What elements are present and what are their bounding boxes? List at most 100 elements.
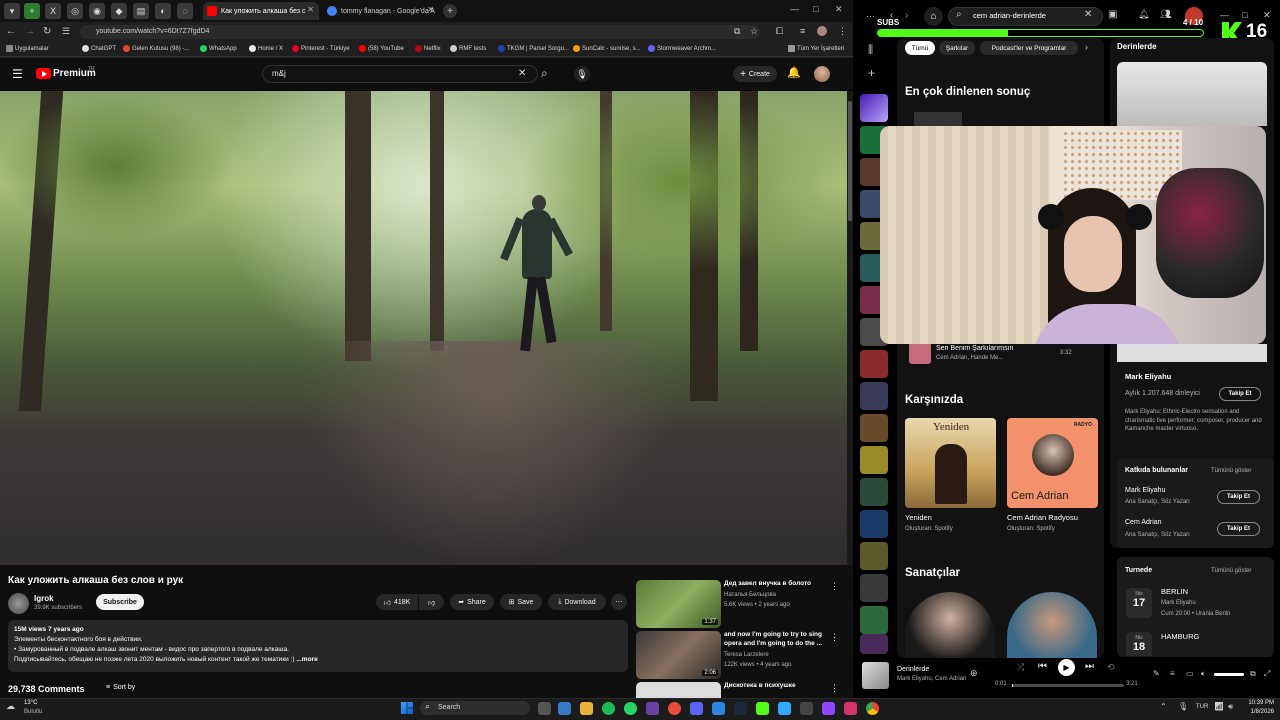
artist-name[interactable]: Mark Eliyahu (1125, 372, 1171, 381)
credit-name[interactable]: Mark Eliyahu (1125, 487, 1165, 494)
pinned-tab-5[interactable]: ◆ (111, 3, 127, 19)
tab-google[interactable]: tommy flanagan - Google'da A ✕ (323, 2, 439, 20)
related-thumbnail[interactable] (636, 682, 721, 698)
library-item[interactable] (860, 446, 888, 474)
clock-time[interactable]: 10:39 PM (1244, 700, 1274, 706)
app-icon[interactable] (668, 702, 681, 715)
weather-temp[interactable]: 13°C (24, 700, 37, 706)
url-input[interactable]: youtube.com/watch?v=6Dt7Z7fgdD4 (80, 25, 760, 39)
player-album-art[interactable] (862, 662, 889, 689)
tab-search-icon[interactable]: ▾ (4, 3, 20, 19)
share-button[interactable]: ➦ Share (450, 594, 494, 610)
site-info-icon[interactable]: ☰ (62, 26, 70, 37)
bookmark-all[interactable]: Tüm Yer İşaretleri (788, 45, 844, 52)
pinned-tab-1[interactable]: + (24, 3, 40, 19)
wifi-icon[interactable]: 📶︎ (1214, 702, 1224, 711)
tour-city[interactable]: HAMBURG (1161, 632, 1199, 641)
save-button[interactable]: ⊞ Save (500, 594, 542, 610)
kick-icon[interactable] (756, 702, 769, 715)
library-item[interactable] (860, 606, 888, 634)
taskbar-search-input[interactable]: Search (420, 701, 530, 715)
previous-icon[interactable]: ⏮ (1038, 661, 1047, 672)
volume-slider[interactable] (1214, 673, 1244, 676)
video-player[interactable] (0, 91, 847, 565)
app-icon[interactable] (800, 702, 813, 715)
related-title[interactable]: Дед завел внучка в болото (724, 580, 828, 587)
channel-avatar[interactable] (8, 593, 29, 614)
show-all-tour-link[interactable]: Tümünü göster (1211, 568, 1251, 574)
forward-icon[interactable]: → (25, 26, 35, 37)
bookmark-rmf[interactable]: RMF tests (450, 45, 486, 52)
follow-button[interactable]: Takip Et (1217, 522, 1260, 536)
tab-youtube[interactable]: Как уложить алкаша без с ✕ (203, 2, 319, 20)
sort-comments-button[interactable]: ≡ Sort by (106, 684, 135, 691)
add-playlist-icon[interactable]: + (868, 66, 875, 80)
friends-icon[interactable]: 👥︎ (1160, 9, 1171, 20)
library-item[interactable] (860, 542, 888, 570)
spotify-search-input[interactable]: cem adrian-derinlerde (973, 11, 1046, 20)
bookmark-tkgm[interactable]: TKGM | Parsel Sorgu... (498, 45, 569, 52)
keyboard-language[interactable]: TUR (1196, 704, 1208, 710)
bookmark-x[interactable]: Home / X (249, 45, 283, 52)
like-button[interactable]: 👍︎ 418K (376, 594, 418, 610)
library-item[interactable] (860, 574, 888, 602)
whatsapp-icon[interactable] (624, 702, 637, 715)
bookmark-netflix[interactable]: Netflix (415, 45, 441, 52)
discord-icon[interactable] (690, 702, 703, 715)
youtube-search-input[interactable]: m&j (262, 65, 538, 83)
more-actions-icon[interactable]: ⋯ (611, 594, 627, 610)
task-view-icon[interactable] (538, 702, 551, 715)
volume-icon[interactable]: 🔈︎ (1201, 669, 1206, 679)
library-item[interactable] (860, 510, 888, 538)
tray-chevron-icon[interactable]: ⌃ (1160, 702, 1167, 711)
bookmark-chatgpt[interactable]: ChatGPT (82, 45, 116, 52)
library-item[interactable] (860, 382, 888, 410)
youtube-logo-icon[interactable] (36, 68, 51, 79)
liked-songs-icon[interactable] (860, 94, 888, 122)
new-tab-button[interactable]: + (443, 4, 457, 18)
pinned-tab-6[interactable]: ▤ (133, 3, 149, 19)
bookmark-pinterest[interactable]: Pinterest - Türkiye (292, 45, 350, 52)
song-artists[interactable]: Cem Adrian, Hande Me... (936, 355, 1003, 361)
follow-button[interactable]: Takip Et (1219, 387, 1261, 401)
close-tab-icon[interactable]: ✕ (427, 5, 434, 14)
related-menu-icon[interactable]: ⋮ (830, 581, 839, 592)
close-tab-icon[interactable]: ✕ (307, 5, 314, 14)
notifications-bell-icon[interactable]: 🔔 (787, 66, 801, 79)
lyrics-icon[interactable]: ✎ (1153, 669, 1160, 678)
related-menu-icon[interactable]: ⋮ (830, 683, 839, 694)
pinned-tab-8[interactable]: ◌ (177, 3, 193, 19)
subscribe-button[interactable]: Subscribe (96, 594, 144, 610)
chrome-icon[interactable] (866, 702, 879, 715)
media-icon[interactable]: ≡ (800, 26, 805, 36)
photoshop-icon[interactable] (778, 702, 791, 715)
volume-tray-icon[interactable]: 🔊︎ (1228, 702, 1233, 712)
devices-icon[interactable]: ▭ (1186, 669, 1194, 678)
twitch-icon[interactable] (822, 702, 835, 715)
now-playing-art[interactable] (1117, 62, 1267, 126)
home-icon[interactable]: ⌂ (924, 7, 943, 26)
add-to-library-icon[interactable]: ⊕ (970, 668, 978, 679)
library-item[interactable] (860, 478, 888, 506)
more-link[interactable]: ...more (296, 656, 317, 663)
create-button[interactable]: + Create (733, 66, 777, 82)
weather-icon[interactable]: ☁ (6, 701, 15, 712)
profile-avatar[interactable] (817, 26, 827, 36)
spotify-taskbar-icon[interactable] (602, 702, 615, 715)
minimize-icon[interactable]: — (790, 4, 799, 14)
pinned-tab-4[interactable]: ◉ (89, 3, 105, 19)
maximize-icon[interactable]: □ (1242, 10, 1247, 20)
bookmark-stormweaver[interactable]: Stormweaver Archm... (648, 45, 716, 52)
download-button[interactable]: ⤓ Download (548, 594, 606, 610)
filter-all-chip[interactable]: Tümü (905, 41, 935, 55)
next-icon[interactable]: ⏭ (1085, 661, 1094, 672)
app-icon[interactable] (844, 702, 857, 715)
channel-name[interactable]: lgrok (34, 594, 54, 603)
library-item[interactable] (860, 414, 888, 442)
player-track-artists[interactable]: Mark Eliyahu, Cem Adrian (897, 676, 966, 682)
file-explorer-icon[interactable] (580, 702, 593, 715)
bookmark-suncalc[interactable]: SunCalc - sunrise, s... (573, 45, 641, 52)
miniplayer-icon[interactable]: ⧉ (1250, 669, 1256, 679)
related-title[interactable]: and now I'm going to try to sing opera a… (724, 631, 828, 649)
back-icon[interactable]: ← (6, 26, 16, 37)
